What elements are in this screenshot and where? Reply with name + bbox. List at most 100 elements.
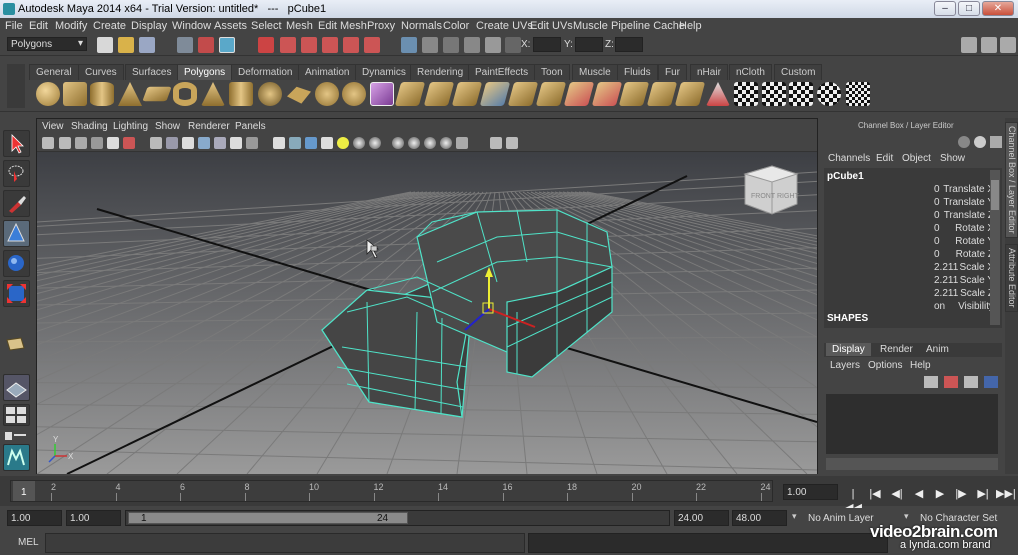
smooth-shade-icon[interactable]: [166, 137, 178, 149]
average-vertices-icon[interactable]: [370, 82, 394, 106]
film-gate-icon[interactable]: [123, 137, 135, 149]
last-tool-button[interactable]: [3, 332, 30, 359]
uv-editor-icon[interactable]: [846, 82, 870, 106]
poly-pipe-icon[interactable]: [229, 82, 253, 106]
layout-graph-button[interactable]: [3, 444, 30, 471]
shelf-tab-deformation[interactable]: Deformation: [231, 64, 300, 80]
side-tab-attribute-editor[interactable]: Attribute Editor: [1005, 244, 1018, 312]
layer-list[interactable]: [826, 394, 998, 454]
attr-row[interactable]: Scale Z 2.211: [824, 288, 994, 299]
menu-select[interactable]: Select: [251, 20, 282, 32]
snap-surface-icon[interactable]: [343, 37, 359, 53]
layer-tab-render[interactable]: Render: [876, 343, 917, 356]
gamma-icon[interactable]: [456, 137, 468, 149]
xray-icon[interactable]: [198, 137, 210, 149]
attr-value[interactable]: on: [934, 301, 945, 312]
attr-row[interactable]: Visibility on: [824, 301, 994, 312]
high-quality-icon[interactable]: [321, 137, 333, 149]
move-layer-down-icon[interactable]: [984, 376, 998, 388]
move-tool-button[interactable]: [3, 220, 30, 247]
cb-menu-edit[interactable]: Edit: [876, 153, 893, 164]
shelf-tab-toon[interactable]: Toon: [534, 64, 570, 80]
attr-value[interactable]: 2.211: [934, 262, 958, 273]
attr-value[interactable]: 0: [934, 210, 940, 221]
menu-pipeline-cache[interactable]: Pipeline Cache: [611, 20, 685, 32]
help-icon[interactable]: [974, 136, 986, 148]
playback-end-field[interactable]: 24.00: [674, 510, 729, 526]
perspective-viewport[interactable]: View Shading Lighting Show Renderer Pane…: [36, 118, 818, 474]
menu-proxy[interactable]: Proxy: [367, 20, 395, 32]
reduce-icon[interactable]: [706, 82, 730, 106]
menu-mesh[interactable]: Mesh: [286, 20, 313, 32]
wedge-icon[interactable]: [646, 82, 678, 106]
snap-curve-icon[interactable]: [280, 37, 296, 53]
shelf-menu-icon[interactable]: [7, 64, 25, 108]
shelf-tab-general[interactable]: General: [29, 64, 79, 80]
close-button[interactable]: ✕: [982, 1, 1014, 16]
bevel-icon[interactable]: [591, 82, 623, 106]
shelf-tab-fur[interactable]: Fur: [658, 64, 687, 80]
current-frame-marker[interactable]: 1: [13, 481, 35, 501]
tool-settings-toggle-icon[interactable]: [981, 37, 997, 53]
maximize-button[interactable]: □: [958, 1, 980, 16]
poly-pyramid-icon[interactable]: [201, 82, 225, 106]
menu-assets[interactable]: Assets: [214, 20, 247, 32]
layer-list-scrollbar[interactable]: [826, 458, 998, 470]
ambient-occlusion-icon[interactable]: [369, 137, 381, 149]
minimize-button[interactable]: –: [934, 1, 956, 16]
hypershade-icon[interactable]: [485, 37, 501, 53]
depth-of-field-icon[interactable]: [424, 137, 436, 149]
anim-layer-selector[interactable]: No Anim Layer: [808, 513, 874, 524]
anim-layer-chevron-icon[interactable]: ▾: [792, 511, 797, 522]
step-back-key-button[interactable]: |◀: [867, 487, 883, 501]
layer-menu-help[interactable]: Help: [910, 360, 931, 371]
duplicate-face-icon[interactable]: [674, 82, 706, 106]
multisample-icon[interactable]: [408, 137, 420, 149]
time-slider-track[interactable]: 1 2 4 6 8 10 12 14 16 18 20 22 24: [10, 480, 773, 502]
menu-window[interactable]: Window: [172, 20, 211, 32]
wireframe-icon[interactable]: [150, 137, 162, 149]
gate-mask-icon[interactable]: [506, 137, 518, 149]
menu-muscle[interactable]: Muscle: [573, 20, 608, 32]
range-bar-handle[interactable]: 1 24: [128, 512, 408, 524]
new-scene-icon[interactable]: [97, 37, 113, 53]
step-forward-key-button[interactable]: ▶|: [975, 487, 991, 501]
layer-menu-layers[interactable]: Layers: [830, 360, 860, 371]
append-polygon-icon[interactable]: [451, 82, 483, 106]
poly-torus-icon[interactable]: [173, 82, 197, 106]
shelf-tab-custom[interactable]: Custom: [774, 64, 823, 80]
vp-menu-panels[interactable]: Panels: [235, 121, 266, 132]
attr-value[interactable]: 0: [934, 249, 940, 260]
bridge-icon[interactable]: [423, 82, 455, 106]
layer-menu-options[interactable]: Options: [868, 360, 902, 371]
shelf-tab-ncloth[interactable]: nCloth: [729, 64, 772, 80]
select-camera-icon[interactable]: [42, 137, 54, 149]
attr-value[interactable]: 0: [934, 236, 940, 247]
merge-vertices-icon[interactable]: [563, 82, 595, 106]
shadows-icon[interactable]: [246, 137, 258, 149]
uv-spherical-icon[interactable]: [817, 82, 841, 106]
play-backward-button[interactable]: ◀: [911, 487, 927, 501]
shelf-tab-curves[interactable]: Curves: [78, 64, 124, 80]
isolate-select-icon[interactable]: [273, 137, 285, 149]
layer-tab-anim[interactable]: Anim: [922, 343, 953, 356]
poly-plane-icon[interactable]: [142, 86, 172, 102]
wireframe-on-shaded-icon[interactable]: [182, 137, 194, 149]
offset-edge-loop-icon[interactable]: [535, 82, 567, 106]
resolution-gate-icon[interactable]: [490, 137, 502, 149]
layout-single-button[interactable]: [3, 374, 30, 401]
z-field[interactable]: [615, 37, 643, 52]
shelf-tab-painteffects[interactable]: PaintEffects: [468, 64, 536, 80]
rotate-tool-button[interactable]: [3, 250, 30, 277]
channel-list-scrollbar[interactable]: [990, 170, 1000, 325]
render-frame-icon[interactable]: [422, 37, 438, 53]
shelf-tab-fluids[interactable]: Fluids: [617, 64, 658, 80]
bookmark-icon[interactable]: [75, 137, 87, 149]
select-component-icon[interactable]: [219, 37, 235, 53]
attr-row[interactable]: Scale Y 2.211: [824, 275, 994, 286]
attr-value[interactable]: 2.211: [934, 275, 958, 286]
channel-box-mode-icon[interactable]: [958, 136, 970, 148]
attr-value[interactable]: 0: [934, 197, 940, 208]
snap-point-icon[interactable]: [301, 37, 317, 53]
start-time-field[interactable]: 1.00: [7, 510, 62, 526]
